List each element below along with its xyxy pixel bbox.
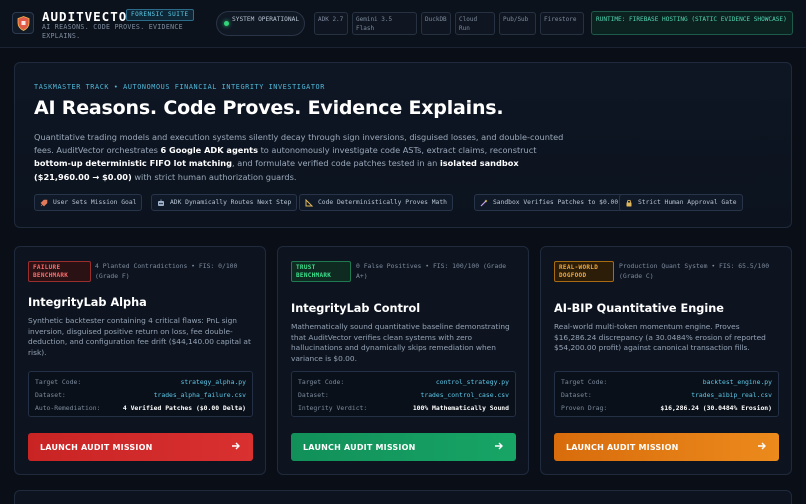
forensic-suite-badge: FORENSIC SUITE <box>126 9 194 21</box>
failure-benchmark-badge: FAILURE BENCHMARK <box>28 261 91 282</box>
info-row-dataset: Dataset: trades_alpha_failure.csv <box>35 391 246 399</box>
trust-benchmark-badge: TRUST BENCHMARK <box>291 261 351 282</box>
arrow-right-icon <box>758 442 766 450</box>
runtime-indicator: RUNTIME: FIREBASE HOSTING (STATIC EVIDEN… <box>591 11 793 35</box>
tech-chip-cloud-run: Cloud Run <box>455 12 495 35</box>
benchmark-card-control: TRUST BENCHMARK 0 False Positives • FIS:… <box>277 246 529 475</box>
shield-logo-icon <box>12 12 34 34</box>
magic-wand-icon <box>480 199 488 207</box>
launch-audit-alpha-button[interactable]: LAUNCH AUDIT MISSION <box>28 433 253 461</box>
card-title: AI-BIP Quantitative Engine <box>554 302 724 315</box>
flow-step-adk-routes: ADK Dynamically Routes Next Step <box>151 194 298 211</box>
launch-audit-aibip-button[interactable]: LAUNCH AUDIT MISSION <box>554 433 779 461</box>
lock-icon <box>626 199 632 207</box>
status-dot-icon <box>224 21 229 26</box>
hero-eyebrow: TASKMASTER TRACK • AUTONOMOUS FINANCIAL … <box>34 83 325 91</box>
tech-chip-pubsub: Pub/Sub <box>499 12 536 35</box>
card-description: Real-world multi-token momentum engine. … <box>554 322 766 353</box>
benchmark-card-aibip: REAL-WORLD DOGFOOD Production Quant Syst… <box>540 246 792 475</box>
tech-chip-firestore: Firestore <box>540 12 584 35</box>
flow-step-human-approval: Strict Human Approval Gate <box>619 194 743 211</box>
card-title: IntegrityLab Control <box>291 302 421 315</box>
card-info-box: Target Code: backtest_engine.py Dataset: t… <box>554 371 779 417</box>
robot-icon <box>158 199 164 206</box>
top-header: AUDITVECTOR FORENSIC SUITE AI REASONS. C… <box>0 0 806 48</box>
flow-step-code-proves: Code Deterministically Proves Math <box>299 194 453 211</box>
flow-step-user-goal: User Sets Mission Goal <box>34 194 143 211</box>
next-section-panel <box>14 490 792 504</box>
info-row-dataset: Dataset: trades_aibip_real.csv <box>561 391 772 399</box>
info-row-target-code: Target Code: strategy_alpha.py <box>35 378 246 386</box>
card-meta: 0 False Positives • FIS: 100/100 (Grade … <box>356 262 507 280</box>
tech-chip-gemini: Gemini 3.5 Flash <box>352 12 417 35</box>
system-status-text: SYSTEM OPERATIONAL <box>232 16 300 23</box>
card-meta: Production Quant System • FIS: 65.5/100 … <box>619 262 770 280</box>
real-world-dogfood-badge: REAL-WORLD DOGFOOD <box>554 261 614 282</box>
card-description: Synthetic backtester containing 4 critic… <box>28 316 251 357</box>
info-row-integrity-verdict: Integrity Verdict: 100% Mathematically So… <box>298 404 509 412</box>
card-info-box: Target Code: strategy_alpha.py Dataset: tr… <box>28 371 253 417</box>
benchmark-card-alpha: FAILURE BENCHMARK 4 Planted Contradictio… <box>14 246 266 475</box>
system-status-pill: SYSTEM OPERATIONAL <box>216 11 305 36</box>
hero-panel: TASKMASTER TRACK • AUTONOMOUS FINANCIAL … <box>14 62 792 228</box>
brand-name: AUDITVECTOR <box>42 9 136 24</box>
brand-tagline: AI REASONS. CODE PROVES. EVIDENCE EXPLAI… <box>42 23 183 40</box>
card-description: Mathematically sound quantitative baseli… <box>291 322 510 363</box>
info-row-target-code: Target Code: backtest_engine.py <box>561 378 772 386</box>
hero-title: AI Reasons. Code Proves. Evidence Explai… <box>34 97 504 119</box>
flow-step-sandbox-verifies: Sandbox Verifies Patches to $0.00 <box>474 194 625 211</box>
info-row-proven-drag: Proven Drag: $16,286.24 (30.0484% Erosion… <box>561 404 772 412</box>
launch-audit-control-button[interactable]: LAUNCH AUDIT MISSION <box>291 433 516 461</box>
rocket-icon <box>40 199 48 207</box>
info-row-auto-remediation: Auto-Remediation: 4 Verified Patches ($0.… <box>35 404 246 412</box>
card-title: IntegrityLab Alpha <box>28 296 147 309</box>
hero-description: Quantitative trading models and executio… <box>34 132 564 182</box>
tech-chip-duckdb: DuckDB <box>421 12 451 35</box>
tech-chip-adk: ADK 2.7 <box>314 12 348 35</box>
arrow-right-icon <box>495 442 503 450</box>
arrow-right-icon <box>232 442 240 450</box>
card-meta: 4 Planted Contradictions • FIS: 0/100 (G… <box>95 262 238 280</box>
ruler-triangle-icon <box>305 199 313 207</box>
info-row-target-code: Target Code: control_strategy.py <box>298 378 509 386</box>
card-info-box: Target Code: control_strategy.py Dataset:… <box>291 371 516 417</box>
info-row-dataset: Dataset: trades_control_case.csv <box>298 391 509 399</box>
